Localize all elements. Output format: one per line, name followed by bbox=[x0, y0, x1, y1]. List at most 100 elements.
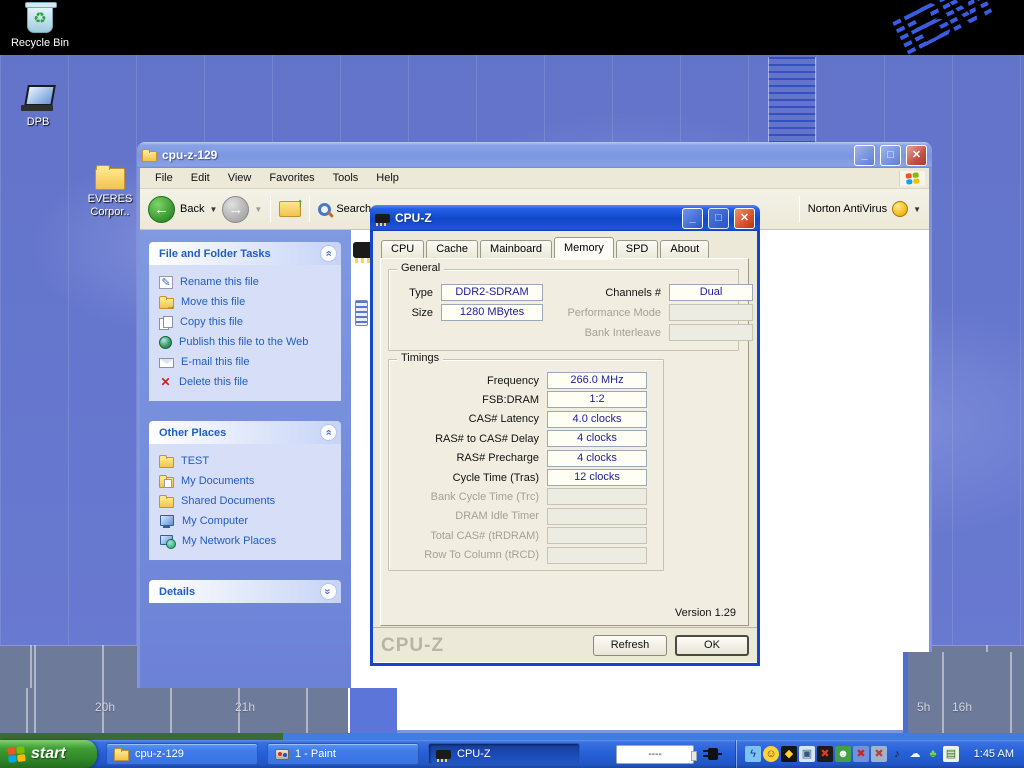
cpuz-titlebar[interactable]: CPU-Z _ □ ✕ bbox=[370, 205, 760, 231]
up-button[interactable] bbox=[279, 201, 301, 217]
maximize-button[interactable]: □ bbox=[708, 208, 729, 229]
maximize-button[interactable]: □ bbox=[880, 145, 901, 166]
ghost-icon[interactable]: ☁ bbox=[907, 746, 923, 762]
desktop-icon-everes[interactable]: EVERES Corpor.. bbox=[80, 168, 140, 220]
task-link-label: Copy this file bbox=[180, 316, 243, 328]
globe-icon bbox=[159, 336, 172, 349]
collapse-chevron-icon[interactable]: « bbox=[320, 424, 337, 441]
task-link-label: My Network Places bbox=[182, 535, 276, 547]
memory-tab-page: General Type DDR2-SDRAM Size 1280 MBytes… bbox=[380, 258, 749, 626]
system-tray: ϟ☺◆▣✖☻✖✖♪☁♣▤ 1:45 AM bbox=[736, 740, 1024, 768]
rename-this-file[interactable]: ✎Rename this file bbox=[159, 272, 337, 292]
menu-item-view[interactable]: View bbox=[219, 169, 261, 187]
back-button[interactable]: ← bbox=[148, 196, 175, 223]
minimize-button[interactable]: _ bbox=[682, 208, 703, 229]
my-computer[interactable]: My Computer bbox=[159, 511, 337, 531]
task-link-label: My Computer bbox=[182, 515, 248, 527]
task-paint[interactable]: 1 - Paint bbox=[267, 743, 419, 765]
start-button[interactable]: start bbox=[0, 740, 97, 768]
norton-email-icon[interactable]: ◆ bbox=[781, 746, 797, 762]
menu-item-help[interactable]: Help bbox=[367, 169, 408, 187]
cas-latency-row: CAS# Latency4.0 clocks bbox=[395, 411, 647, 428]
network-status-icon[interactable]: ▣ bbox=[799, 746, 815, 762]
file-tasks-section: File and Folder Tasks « ✎Rename this fil… bbox=[149, 242, 341, 401]
my-network-places[interactable]: My Network Places bbox=[159, 531, 337, 551]
desktop-icon-recycle-bin[interactable]: ♻ Recycle Bin bbox=[4, 5, 76, 51]
window-fragment bbox=[348, 688, 397, 733]
windows-flag-icon bbox=[7, 746, 25, 763]
move-this-file[interactable]: Move this file bbox=[159, 292, 337, 312]
test-folder[interactable]: TEST bbox=[159, 451, 337, 471]
section-title: Details bbox=[159, 586, 320, 598]
section-header[interactable]: File and Folder Tasks « bbox=[149, 242, 341, 265]
frequency-row: Frequency266.0 MHz bbox=[395, 372, 647, 389]
field-label: Performance Mode bbox=[559, 307, 669, 319]
task-button-label: 1 - Paint bbox=[295, 748, 336, 760]
minimize-button[interactable]: _ bbox=[854, 145, 875, 166]
file-icon[interactable] bbox=[355, 300, 368, 326]
tab-cpu[interactable]: CPU bbox=[381, 240, 424, 258]
network-off-icon[interactable]: ✖ bbox=[871, 746, 887, 762]
back-dropdown[interactable]: ▼ bbox=[209, 205, 217, 214]
task-cpu-z-129[interactable]: cpu-z-129 bbox=[106, 743, 258, 765]
search-icon bbox=[318, 203, 331, 216]
close-button[interactable]: ✕ bbox=[734, 208, 755, 229]
removable-media-icon[interactable]: ▤ bbox=[943, 746, 959, 762]
field-value: 4.0 clocks bbox=[547, 411, 647, 428]
user-alert-icon[interactable]: ☻ bbox=[835, 746, 851, 762]
connection-icon[interactable]: ϟ bbox=[745, 746, 761, 762]
desktop-icon-dpb[interactable]: DPB bbox=[2, 85, 74, 130]
volume-icon[interactable]: ♪ bbox=[889, 746, 905, 762]
close-button[interactable]: ✕ bbox=[906, 145, 927, 166]
other-places-section: Other Places « TEST My Documents Shared Do… bbox=[149, 421, 341, 560]
tab-about[interactable]: About bbox=[660, 240, 709, 258]
norton-dropdown[interactable]: ▼ bbox=[913, 205, 921, 214]
section-header[interactable]: Details « bbox=[149, 580, 341, 603]
tab-spd[interactable]: SPD bbox=[616, 240, 659, 258]
delete-this-file[interactable]: ✕Delete this file bbox=[159, 372, 337, 392]
search-label[interactable]: Search bbox=[336, 203, 371, 215]
ok-button[interactable]: OK bbox=[675, 635, 749, 656]
dram-idle-timer-row: DRAM Idle Timer bbox=[395, 508, 647, 525]
field-value: 4 clocks bbox=[547, 450, 647, 467]
copy-this-file[interactable]: Copy this file bbox=[159, 312, 337, 332]
folder-icon bbox=[114, 750, 129, 761]
forward-dropdown[interactable]: ▼ bbox=[254, 205, 262, 214]
expand-chevron-icon[interactable]: « bbox=[320, 583, 337, 600]
forward-button[interactable]: → bbox=[222, 196, 249, 223]
menu-item-file[interactable]: File bbox=[146, 169, 182, 187]
field-label: Bank Cycle Time (Trc) bbox=[395, 491, 547, 503]
size-value: 1280 MBytes bbox=[441, 304, 543, 321]
type-value: DDR2-SDRAM bbox=[441, 284, 543, 301]
task-cpuz[interactable]: CPU-Z bbox=[428, 743, 580, 765]
no-signal-icon[interactable]: ✖ bbox=[817, 746, 833, 762]
norton-antivirus-control[interactable]: Norton AntiVirus ▼ bbox=[796, 196, 921, 222]
section-header[interactable]: Other Places « bbox=[149, 421, 341, 444]
sprout-icon[interactable]: ♣ bbox=[925, 746, 941, 762]
blocked-pc-icon[interactable]: ✖ bbox=[853, 746, 869, 762]
explorer-titlebar[interactable]: cpu-z-129 _ □ ✕ bbox=[137, 142, 932, 168]
task-link-label: E-mail this file bbox=[181, 356, 249, 368]
shared-documents[interactable]: Shared Documents bbox=[159, 491, 337, 511]
menu-item-tools[interactable]: Tools bbox=[324, 169, 368, 187]
wallpaper-green-strip bbox=[0, 733, 283, 740]
menu-item-edit[interactable]: Edit bbox=[182, 169, 219, 187]
windows-flag-icon bbox=[899, 171, 925, 186]
wallpaper-bottom-right: 5h16h bbox=[908, 652, 1024, 733]
menu-item-favorites[interactable]: Favorites bbox=[260, 169, 323, 187]
menu-bar: FileEditViewFavoritesToolsHelp bbox=[140, 168, 929, 189]
field-value: 12 clocks bbox=[547, 469, 647, 486]
email-this-file[interactable]: E-mail this file bbox=[159, 352, 337, 372]
my-documents[interactable]: My Documents bbox=[159, 471, 337, 491]
toolbar-separator bbox=[799, 196, 800, 222]
task-link-label: My Documents bbox=[181, 475, 254, 487]
tab-cache[interactable]: Cache bbox=[426, 240, 478, 258]
support-agent-icon[interactable]: ☺ bbox=[763, 746, 779, 762]
tab-mainboard[interactable]: Mainboard bbox=[480, 240, 552, 258]
publish-this-file[interactable]: Publish this file to the Web bbox=[159, 332, 337, 352]
refresh-button[interactable]: Refresh bbox=[593, 635, 667, 656]
collapse-chevron-icon[interactable]: « bbox=[320, 245, 337, 262]
tab-memory[interactable]: Memory bbox=[554, 237, 614, 258]
timings-groupbox: Timings Frequency266.0 MHzFSB:DRAM1:2CAS… bbox=[388, 359, 664, 571]
cycle-time-tras--row: Cycle Time (Tras)12 clocks bbox=[395, 469, 647, 486]
